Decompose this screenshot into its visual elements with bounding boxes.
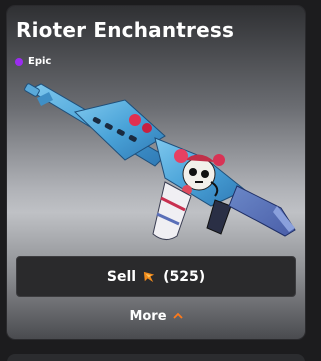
sell-price: (525): [163, 268, 206, 285]
chevron-up-icon: [172, 312, 183, 319]
rarity-label: Epic: [28, 56, 52, 67]
coin-icon: [143, 271, 155, 283]
item-card[interactable]: Rioter Enchantress Epic Sell (525) More: [7, 6, 305, 339]
next-card: [7, 354, 305, 361]
rarity-dot-icon: [15, 57, 23, 66]
rarity-badge: Epic: [15, 56, 51, 67]
item-name: Rioter Enchantress: [16, 18, 235, 42]
more-label: More: [129, 308, 167, 324]
sell-button[interactable]: Sell (525): [16, 256, 296, 297]
rifle-skin-image: [24, 83, 296, 240]
more-button[interactable]: More: [7, 306, 305, 326]
page: Rioter Enchantress Epic Sell (525) More: [0, 0, 321, 361]
sell-label: Sell: [106, 268, 137, 285]
